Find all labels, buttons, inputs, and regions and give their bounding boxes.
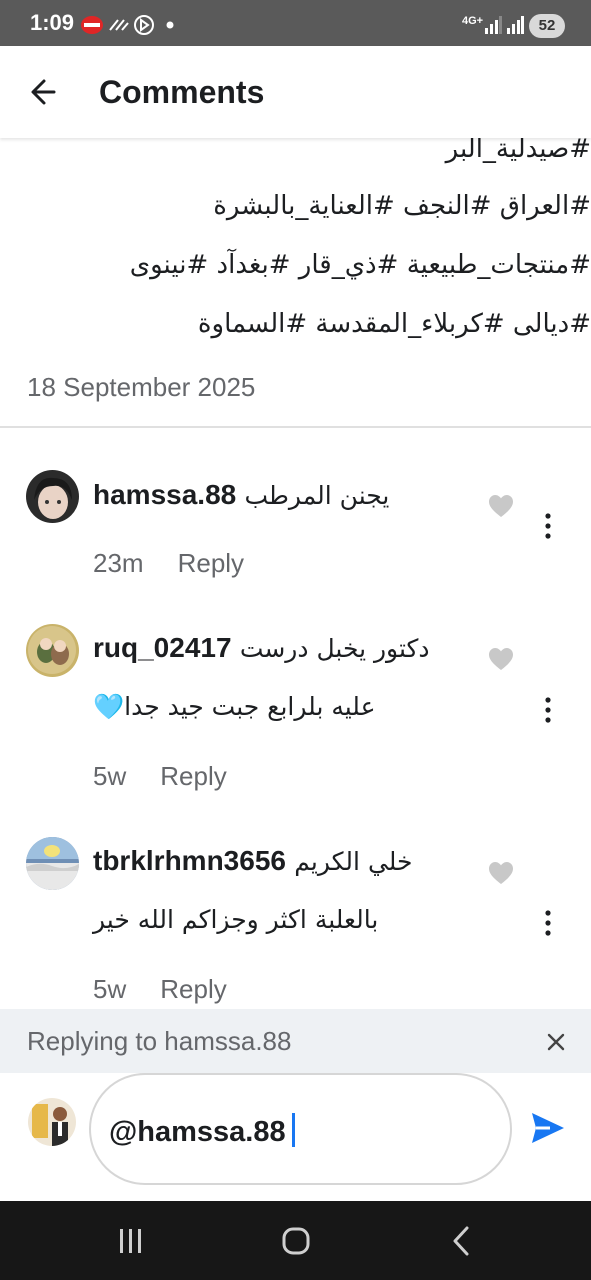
- heart-icon[interactable]: [488, 647, 514, 671]
- heart-icon[interactable]: [488, 494, 514, 518]
- comment-text: يجنن المرطب: [244, 481, 390, 510]
- comment-header: tbrklrhmn3656 خلي الكريم: [93, 845, 413, 877]
- data-saver-icon: [134, 15, 154, 35]
- caption-line: #منتجات_طبيعية #ذي_قار #بغدآد #نينوى: [129, 250, 591, 280]
- replying-bar: Replying to hamssa.88: [0, 1009, 591, 1073]
- comment-username[interactable]: hamssa.88: [93, 479, 236, 510]
- comment-meta: 23m Reply: [93, 548, 244, 579]
- more-vertical-icon[interactable]: [540, 909, 556, 937]
- comment-header: hamssa.88 يجنن المرطب: [93, 479, 389, 511]
- comment-time: 5w: [93, 974, 127, 1004]
- app-notification-icon: [81, 16, 103, 34]
- comment-composer: @hamssa.88: [0, 1073, 591, 1201]
- caption-line: #صيدلية_البر: [445, 134, 591, 164]
- replying-to-text: Replying to hamssa.88: [27, 1026, 292, 1056]
- send-icon[interactable]: [530, 1111, 566, 1145]
- system-nav-bar: [0, 1201, 591, 1280]
- caption-line: #ديالى #كربلاء_المقدسة #السماوة: [197, 309, 591, 339]
- dot-icon: [166, 21, 174, 29]
- text-cursor: [291, 1113, 295, 1147]
- comment-header: ruq_02417 دكتور يخبل درست: [93, 632, 430, 664]
- home-icon[interactable]: [276, 1223, 316, 1259]
- avatar[interactable]: [26, 470, 79, 523]
- page-title: Comments: [99, 74, 265, 110]
- divider: [0, 426, 591, 428]
- input-text: @hamssa.88: [109, 1116, 286, 1148]
- close-icon[interactable]: [544, 1030, 568, 1054]
- status-time: 1:09: [30, 10, 75, 35]
- my-avatar: [28, 1098, 76, 1146]
- comment-input[interactable]: @hamssa.88: [89, 1073, 512, 1185]
- signal-lines-icon: [109, 19, 129, 31]
- heart-icon[interactable]: [488, 861, 514, 885]
- comment-time: 5w: [93, 761, 127, 791]
- comment-time: 23m: [93, 548, 144, 578]
- battery-indicator: 52: [529, 14, 565, 38]
- comment-meta: 5w Reply: [93, 974, 227, 1005]
- avatar[interactable]: [26, 624, 79, 677]
- network-type: 4G+: [462, 15, 484, 27]
- more-vertical-icon[interactable]: [540, 696, 556, 724]
- comment-username[interactable]: tbrklrhmn3656: [93, 845, 286, 876]
- back-icon[interactable]: [442, 1223, 482, 1259]
- app-header: Comments: [0, 46, 591, 138]
- reply-button[interactable]: Reply: [160, 761, 226, 791]
- reply-button[interactable]: Reply: [160, 974, 226, 1004]
- caption-line: #العراق #النجف #العناية_بالبشرة: [213, 191, 591, 221]
- avatar[interactable]: [26, 837, 79, 890]
- cell-signal-icon: [485, 16, 502, 34]
- comment-text: خلي الكريم: [294, 847, 413, 876]
- comment-input-value[interactable]: @hamssa.88: [109, 1113, 295, 1149]
- reply-button[interactable]: Reply: [178, 548, 244, 578]
- comment-text-line2: بالعلبة اكثر وجزاكم الله خير: [93, 905, 379, 934]
- recents-icon[interactable]: [111, 1223, 151, 1259]
- back-arrow-icon[interactable]: [24, 72, 68, 112]
- comment-text-line2: عليه بلرابع جبت جيد جدا🩵: [93, 692, 376, 721]
- comment-username[interactable]: ruq_02417: [93, 632, 232, 663]
- comment-meta: 5w Reply: [93, 761, 227, 792]
- cell-signal-2-icon: [507, 16, 524, 34]
- post-date: 18 September 2025: [27, 372, 256, 402]
- more-vertical-icon[interactable]: [540, 512, 556, 540]
- comment-text: دكتور يخبل درست: [239, 634, 430, 663]
- status-bar: 1:09 4G+ 52: [0, 0, 591, 46]
